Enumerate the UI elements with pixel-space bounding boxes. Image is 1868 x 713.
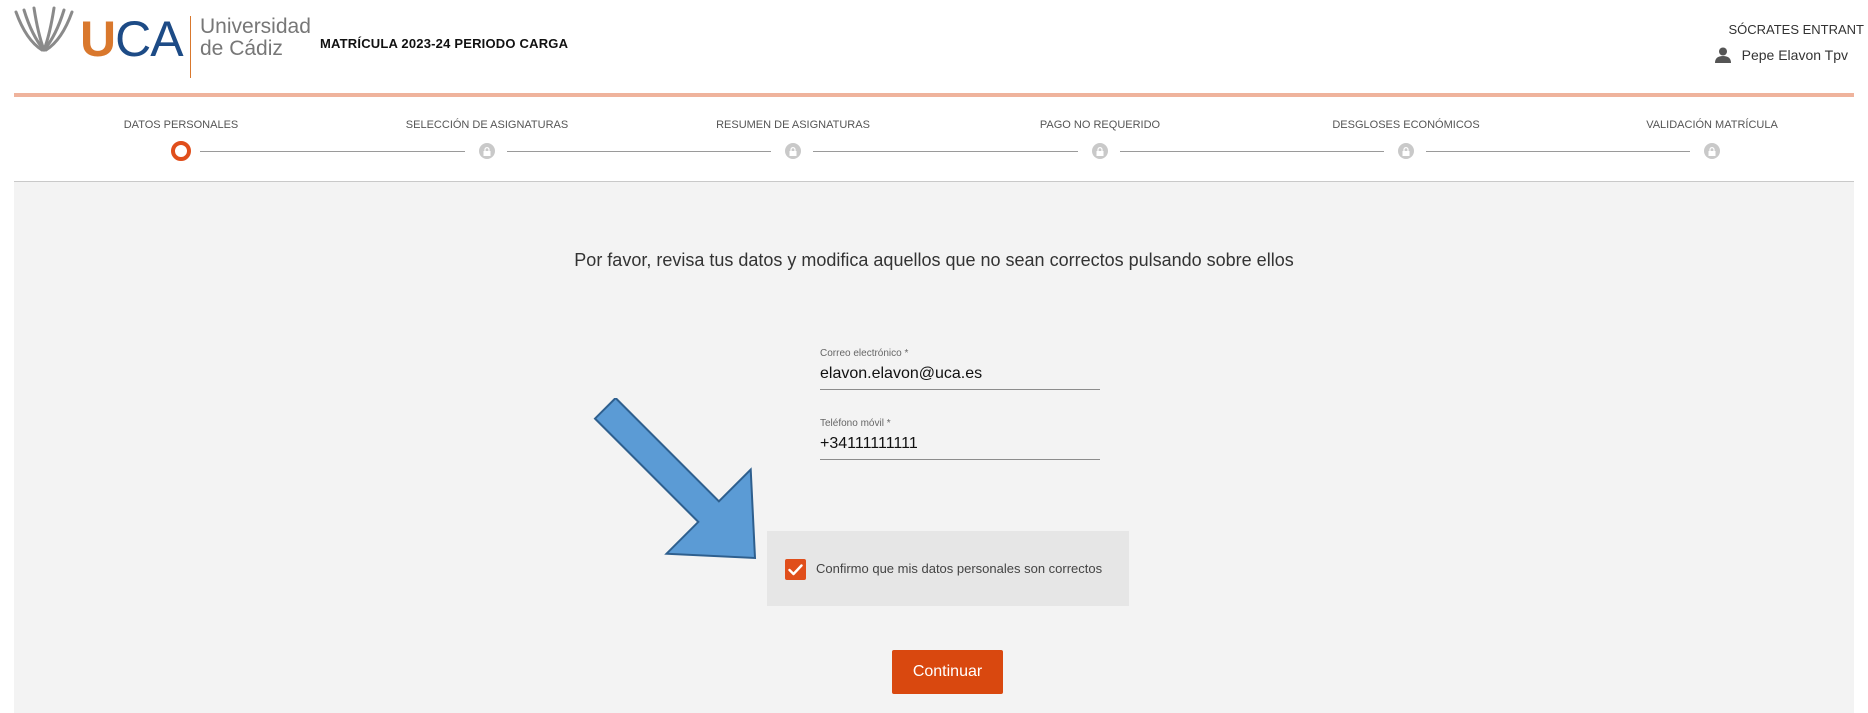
phone-field-group: Teléfono móvil * [820,418,1100,460]
logo-divider [190,16,191,78]
email-field-group: Correo electrónico * [820,348,1100,390]
step-label-pago-no-requerido: PAGO NO REQUERIDO [1039,119,1161,131]
university-name-line2: de Cádiz [200,37,283,60]
step-connector [813,151,1078,152]
app-title: MATRÍCULA 2023-24 PERIODO CARGA [320,36,569,51]
instruction-text: Por favor, revisa tus datos y modifica a… [574,250,1294,270]
step-label-seleccion-asignaturas: SELECCIÓN DE ASIGNATURAS [405,119,569,131]
step-label-datos-personales: DATOS PERSONALES [123,119,239,131]
personal-data-panel: Por favor, revisa tus datos y modifica a… [14,182,1854,713]
annotation-arrow-icon [593,398,757,560]
confirm-data-box: Confirmo que mis datos personales son co… [767,531,1129,606]
lock-icon [1704,143,1720,159]
user-name: Pepe Elavon Tpv [1741,47,1848,63]
lock-icon [1398,143,1414,159]
email-field[interactable] [820,365,1100,390]
university-name: Universidad de Cádiz [200,16,311,60]
step-connector [507,151,771,152]
step-connector [200,151,465,152]
lock-icon [785,143,801,159]
lock-icon [1092,143,1108,159]
person-icon [1714,47,1731,63]
continue-button[interactable]: Continuar [892,650,1003,694]
user-role: SÓCRATES ENTRANT [1728,22,1864,37]
app-header: UCA Universidad de Cádiz MATRÍCULA 2023-… [0,0,1868,93]
step-active-icon[interactable] [171,141,191,161]
step-connector [1120,151,1384,152]
confirm-checkbox[interactable] [785,559,806,580]
step-label-validacion-matricula: VALIDACIÓN MATRÍCULA [1646,119,1778,131]
phone-field[interactable] [820,435,1100,460]
email-label: Correo electrónico * [820,348,909,359]
phone-label: Teléfono móvil * [820,418,891,429]
step-label-desgloses-economicos: DESGLOSES ECONÓMICOS [1332,119,1480,131]
university-name-line1: Universidad [200,15,311,38]
uca-logo-wordmark: UCA [80,11,184,67]
lock-icon [479,143,495,159]
confirm-label[interactable]: Confirmo que mis datos personales son co… [816,561,1102,576]
check-icon [788,563,803,575]
enrollment-stepper: DATOS PERSONALES SELECCIÓN DE ASIGNATURA… [14,97,1854,182]
step-label-resumen-asignaturas: RESUMEN DE ASIGNATURAS [716,119,870,131]
uca-emblem-icon [14,6,74,52]
user-menu[interactable]: Pepe Elavon Tpv [1714,47,1848,63]
step-connector [1426,151,1690,152]
